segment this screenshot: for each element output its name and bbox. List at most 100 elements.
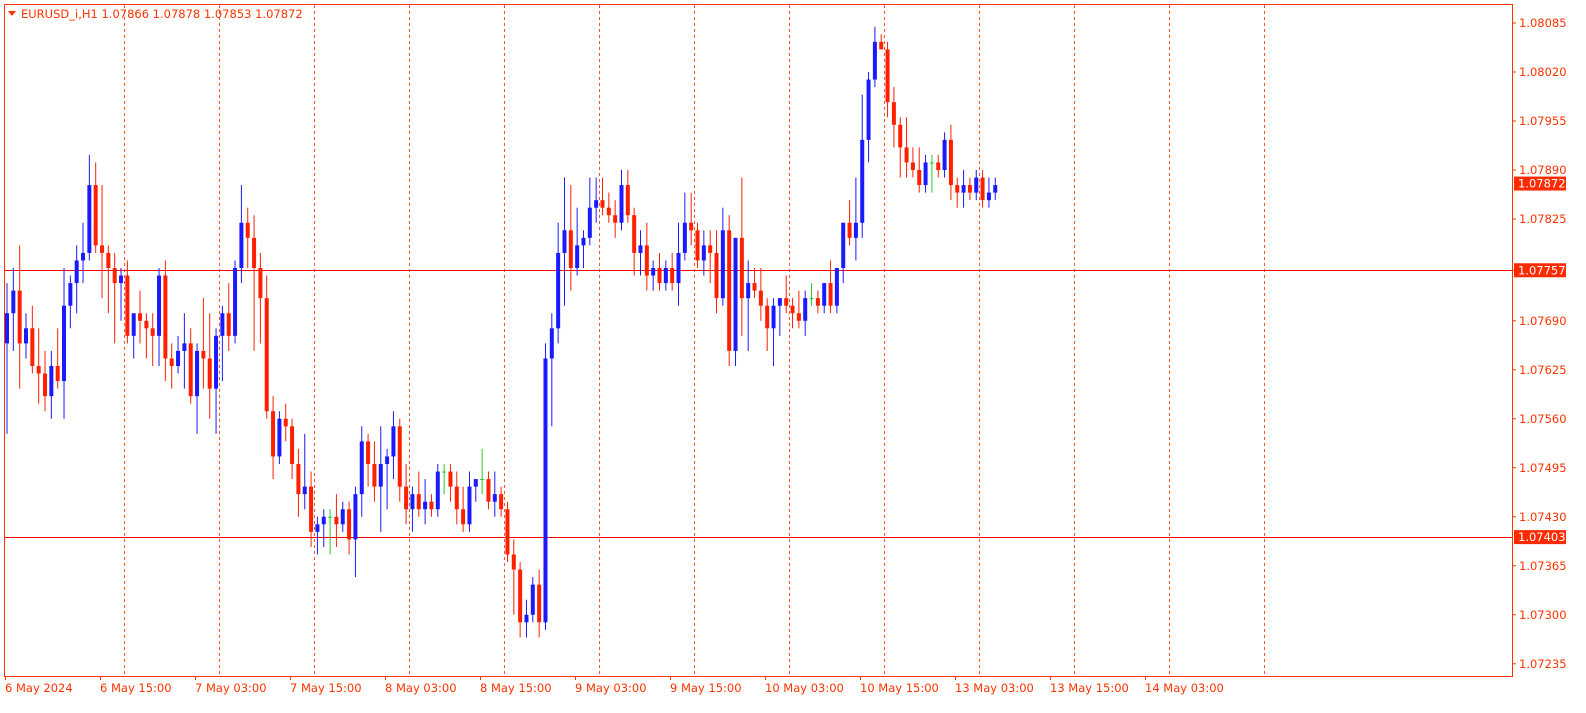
candle <box>163 260 168 382</box>
candle-body <box>302 486 307 495</box>
candle <box>467 471 472 532</box>
candle-body <box>942 139 947 170</box>
time-tick-label: 10 May 03:00 <box>765 681 844 695</box>
candle <box>302 433 307 510</box>
candle-body <box>239 222 244 268</box>
candle-body <box>315 524 320 532</box>
candle-body <box>955 185 960 193</box>
candle <box>226 283 231 351</box>
candle <box>866 72 871 163</box>
candle <box>872 26 877 88</box>
candle <box>853 177 858 261</box>
candle <box>841 222 846 284</box>
candle-body <box>410 494 415 510</box>
candle <box>600 177 605 216</box>
candle-body <box>898 124 903 148</box>
candle-body <box>619 185 624 223</box>
candle <box>961 170 966 208</box>
candle <box>860 94 865 238</box>
candle <box>334 494 339 547</box>
time-tick-label: 9 May 15:00 <box>670 681 742 695</box>
candle-body <box>309 486 314 532</box>
time-tick-label: 6 May 15:00 <box>100 681 172 695</box>
candle <box>138 290 143 344</box>
time-tick-label: 13 May 03:00 <box>955 681 1034 695</box>
candle-body <box>423 501 428 510</box>
candle-body <box>676 252 681 284</box>
candle-body <box>24 328 29 344</box>
candle <box>378 426 383 532</box>
candle-body <box>245 222 250 238</box>
candle-body <box>809 298 814 300</box>
triangle-down-icon[interactable] <box>8 11 16 16</box>
candle <box>942 132 947 178</box>
candle-body <box>822 283 827 306</box>
candle <box>271 396 276 480</box>
candle <box>207 313 212 419</box>
candle <box>505 501 510 562</box>
time-tick-label: 8 May 03:00 <box>385 681 457 695</box>
candle <box>245 207 250 268</box>
candle <box>670 252 675 291</box>
price-tick-label: 1.07560 <box>1519 412 1567 426</box>
candle <box>929 154 934 193</box>
candle-body <box>353 494 358 540</box>
price-tags-layer: 1.07757 1.07403 1.07872 <box>1514 176 1566 545</box>
time-tick-label: 6 May 2024 <box>5 681 73 695</box>
candle-body <box>587 207 592 238</box>
candle-body <box>518 569 523 623</box>
candle <box>651 260 656 291</box>
candle <box>347 501 352 555</box>
candle-body <box>581 237 586 246</box>
candle-body <box>290 426 295 464</box>
candle-body <box>606 207 611 216</box>
candle-body <box>277 418 282 457</box>
candle-body <box>461 509 466 525</box>
candle <box>657 252 662 291</box>
candle <box>55 328 60 389</box>
candle-body <box>739 237 744 299</box>
candle-body <box>435 471 440 510</box>
candle-body <box>765 305 770 329</box>
time-tick-label: 10 May 15:00 <box>860 681 939 695</box>
candle-body <box>790 305 795 314</box>
candle-body <box>644 245 649 276</box>
price-axis: 1.080851.080201.079551.078901.078251.077… <box>1512 16 1567 671</box>
candle-body <box>714 252 719 299</box>
candle-body <box>397 426 402 487</box>
candle-body <box>321 516 326 525</box>
candle <box>220 305 225 382</box>
candle-body <box>385 456 390 464</box>
candle <box>587 177 592 246</box>
candle-body <box>93 185 98 246</box>
candle <box>784 275 789 314</box>
candle-body <box>917 170 922 186</box>
candle <box>777 298 782 336</box>
candle <box>822 283 827 314</box>
candle <box>423 479 428 525</box>
candle <box>720 207 725 306</box>
candle-body <box>720 230 725 299</box>
candle-body <box>784 298 789 306</box>
price-tick-label: 1.07365 <box>1519 559 1567 573</box>
candle <box>708 230 713 284</box>
candle <box>283 403 288 442</box>
candle-body <box>359 441 364 495</box>
candle <box>530 577 535 623</box>
candle <box>321 509 326 547</box>
candle <box>834 268 839 314</box>
price-tick-label: 1.07625 <box>1519 363 1567 377</box>
candle-body <box>182 343 187 351</box>
candle-body <box>594 200 599 208</box>
candle <box>258 252 263 344</box>
price-tag: 1.07757 <box>1514 263 1566 278</box>
chart-frame <box>4 4 1513 677</box>
candle <box>980 170 985 208</box>
candle-body <box>986 192 991 201</box>
candle <box>43 350 48 412</box>
candle-body <box>258 268 263 299</box>
candle <box>5 283 9 434</box>
candle <box>150 313 155 366</box>
candle-body <box>150 328 155 336</box>
candle <box>537 569 542 638</box>
